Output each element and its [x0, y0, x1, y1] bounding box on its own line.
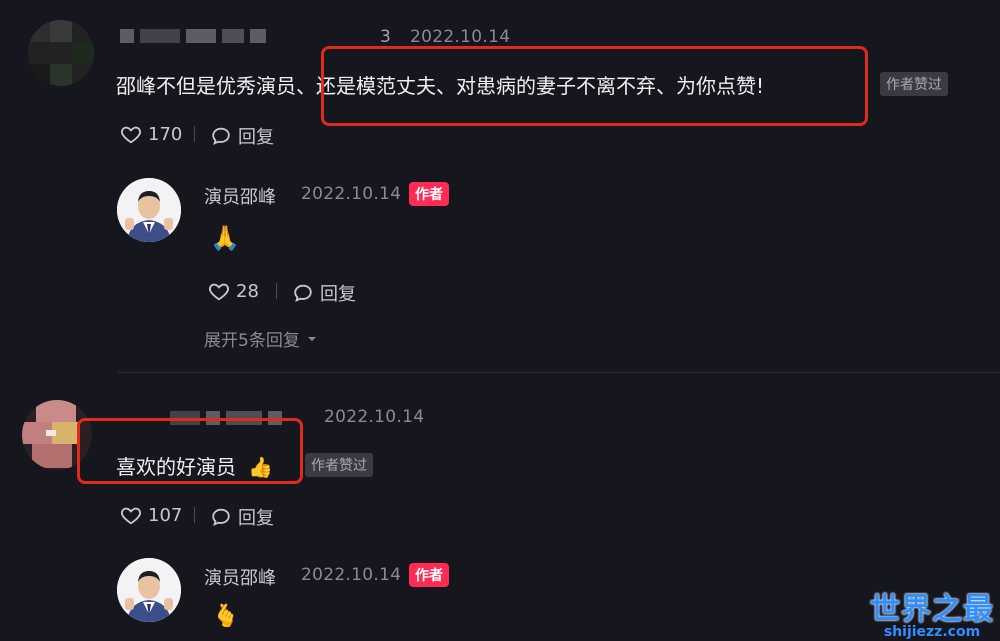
author-liked-tag: 作者赞过 — [305, 453, 373, 477]
action-separator — [194, 126, 195, 142]
comment-divider — [118, 372, 1000, 373]
action-separator — [194, 507, 195, 523]
like-button[interactable]: 28 — [208, 280, 259, 302]
reply-date: 2022.10.14 — [301, 184, 402, 204]
like-button[interactable]: 170 — [120, 123, 182, 145]
username-redacted[interactable] — [120, 29, 266, 43]
comment-bubble-icon — [212, 508, 230, 526]
comment-suffix: 3 — [380, 27, 392, 47]
expand-label: 展开5条回复 — [204, 331, 300, 351]
site-watermark: 世界之最 shijiezz.com — [868, 584, 996, 640]
author-name[interactable]: 演员邵峰 — [204, 183, 276, 209]
reply-button[interactable]: 回复 — [210, 123, 274, 149]
like-button[interactable]: 107 — [120, 504, 182, 526]
author-avatar[interactable] — [117, 558, 181, 622]
watermark-url: shijiezz.com — [883, 624, 981, 640]
person-illustration — [117, 178, 181, 242]
heart-icon — [121, 507, 141, 525]
heart-icon — [121, 126, 141, 144]
thumbs-up-icon: 👍 — [248, 455, 274, 479]
comment-text: 喜欢的好演员 👍 — [116, 455, 274, 479]
reply-label: 回复 — [238, 127, 274, 148]
author-badge: 作者 — [409, 182, 449, 206]
reply-emoji: 🫰 — [212, 604, 240, 629]
comment-bubble-icon — [294, 284, 312, 302]
action-separator — [276, 283, 277, 299]
author-name[interactable]: 演员邵峰 — [204, 564, 276, 590]
reply-label: 回复 — [320, 284, 356, 305]
highlight-box — [321, 46, 868, 126]
author-badge: 作者 — [409, 563, 449, 587]
reply-button[interactable]: 回复 — [210, 504, 274, 530]
reply-emoji: 🙏 — [210, 224, 240, 252]
like-count: 28 — [236, 280, 259, 302]
comment-date: 2022.10.14 — [410, 27, 511, 47]
caret-down-icon — [307, 336, 316, 341]
person-illustration — [117, 558, 181, 622]
comment-bubble-icon — [212, 127, 230, 145]
expand-replies-button[interactable]: 展开5条回复 — [204, 326, 318, 351]
watermark-title: 世界之最 — [870, 592, 994, 627]
like-count: 107 — [148, 504, 183, 526]
like-count: 170 — [148, 123, 183, 145]
author-liked-tag: 作者赞过 — [880, 72, 948, 96]
reply-label: 回复 — [238, 508, 274, 529]
commenter-avatar[interactable] — [28, 20, 94, 86]
author-avatar[interactable] — [117, 178, 181, 242]
comment-date: 2022.10.14 — [324, 407, 425, 427]
reply-date: 2022.10.14 — [301, 565, 402, 585]
heart-icon — [209, 283, 229, 301]
reply-button[interactable]: 回复 — [292, 280, 356, 306]
